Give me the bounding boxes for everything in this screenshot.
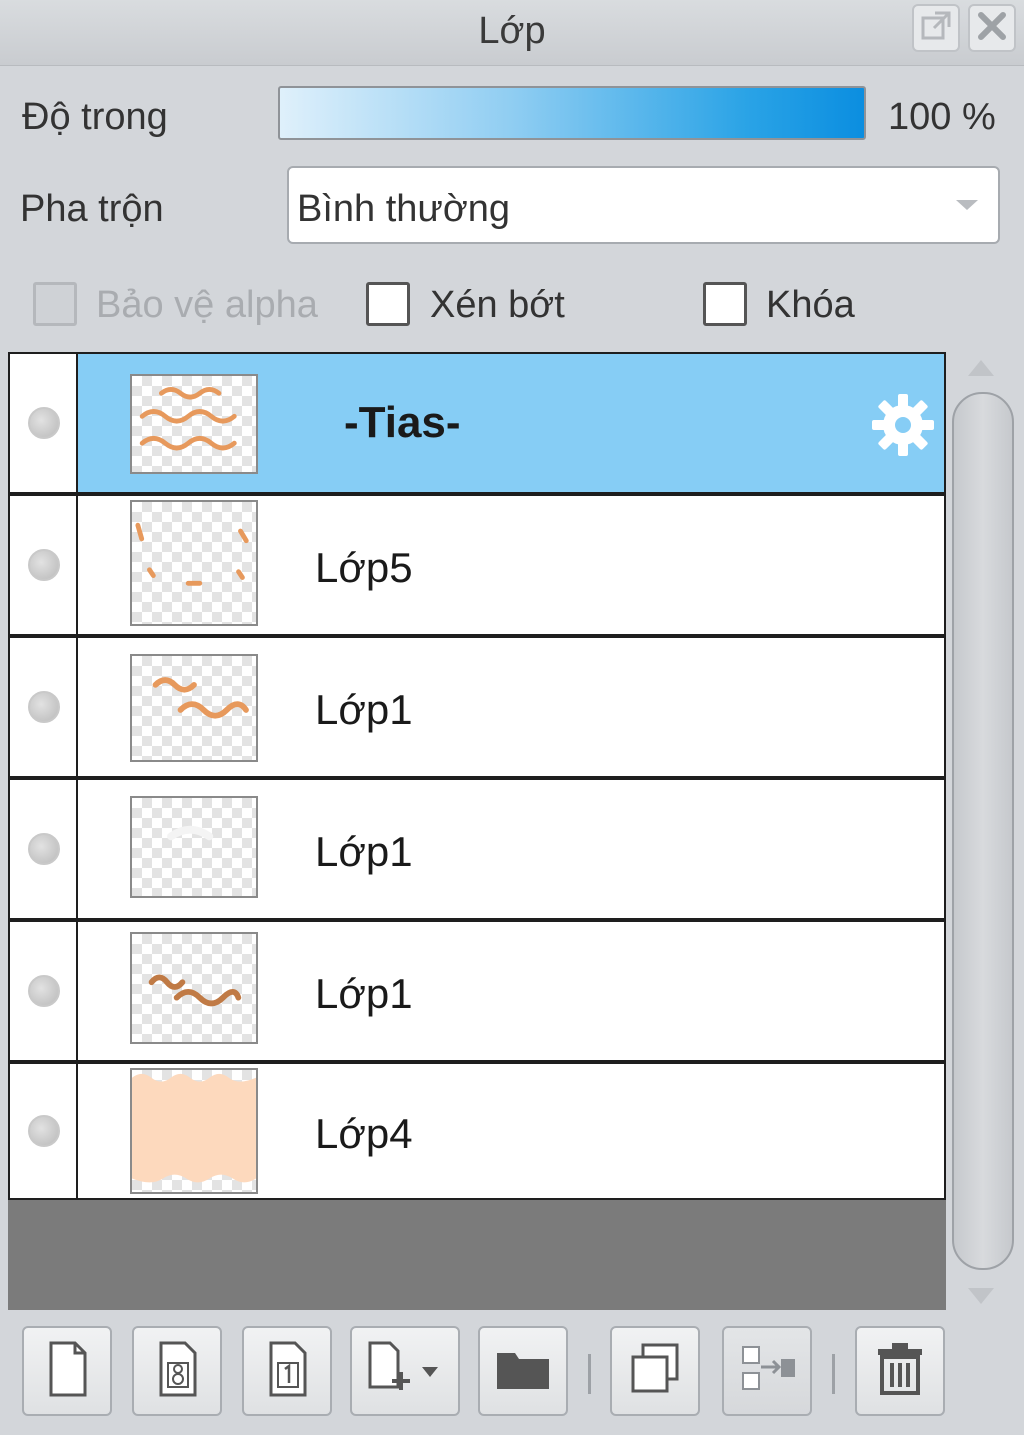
layer-thumbnail [130, 500, 258, 626]
visibility-toggle-icon[interactable] [28, 833, 60, 865]
layer-name: -Tias- [344, 398, 461, 447]
layer-thumbnail [130, 654, 258, 762]
opacity-slider[interactable] [278, 86, 866, 140]
visibility-cell[interactable] [10, 1064, 78, 1198]
layer-toolbar [0, 1312, 1024, 1435]
blend-mode-select[interactable]: Bình thường [287, 166, 1000, 244]
layer-row[interactable]: Lớp1 [8, 920, 946, 1062]
visibility-cell[interactable] [10, 496, 78, 634]
scroll-thumb[interactable] [952, 392, 1014, 1270]
new-layer-icon [35, 1337, 99, 1406]
new-folder-button[interactable] [478, 1326, 568, 1416]
layer-thumbnail [130, 796, 258, 898]
new-layer-button[interactable] [22, 1326, 112, 1416]
merge-down-button[interactable] [722, 1326, 812, 1416]
clipping-label: Xén bớt [430, 284, 565, 326]
lock-checkbox[interactable] [703, 282, 747, 326]
visibility-toggle-icon[interactable] [28, 691, 60, 723]
new-1bit-layer-icon [255, 1337, 319, 1406]
close-button[interactable] [968, 4, 1016, 52]
visibility-cell[interactable] [10, 780, 78, 918]
visibility-toggle-icon[interactable] [28, 1115, 60, 1147]
layer-name: Lớp1 [315, 828, 413, 875]
opacity-value: 100 % [888, 96, 996, 138]
gear-icon[interactable] [868, 390, 938, 460]
undock-button[interactable] [912, 4, 960, 52]
merge-down-icon [735, 1337, 799, 1406]
layer-row[interactable]: Lớp4 [8, 1062, 946, 1200]
blend-label: Pha trộn [20, 188, 164, 230]
duplicate-layer-button[interactable] [610, 1326, 700, 1416]
visibility-cell[interactable] [10, 922, 78, 1060]
layer-name: Lớp4 [315, 1110, 413, 1157]
panel-titlebar[interactable]: Lớp [0, 0, 1024, 66]
trash-icon [868, 1337, 932, 1406]
add-material-dropdown-icon [360, 1337, 450, 1406]
layer-row[interactable]: Lớp1 [8, 636, 946, 778]
layer-row[interactable]: -Tias- [8, 352, 946, 494]
chevron-down-icon [956, 200, 978, 210]
new-folder-icon [491, 1337, 555, 1406]
lock-label: Khóa [766, 284, 855, 326]
protect-alpha-label: Bảo vệ alpha [96, 284, 318, 326]
toolbar-separator [832, 1354, 835, 1394]
layer-list[interactable]: -Tias- Lớp5 Lớp1 Lớp1 Lớp1 Lớp4 [8, 352, 946, 1310]
visibility-toggle-icon[interactable] [28, 975, 60, 1007]
new-8bit-layer-button[interactable] [132, 1326, 222, 1416]
visibility-toggle-icon[interactable] [28, 407, 60, 439]
layer-row[interactable]: Lớp1 [8, 778, 946, 920]
visibility-cell[interactable] [10, 354, 78, 492]
clipping-checkbox[interactable] [366, 282, 410, 326]
visibility-toggle-icon[interactable] [28, 549, 60, 581]
blend-mode-value: Bình thường [297, 188, 511, 230]
scroll-down-icon[interactable] [968, 1288, 994, 1304]
scroll-up-icon[interactable] [968, 360, 994, 376]
add-material-dropdown-button[interactable] [350, 1326, 460, 1416]
undock-icon [919, 9, 953, 48]
layer-thumbnail [130, 1068, 258, 1194]
layer-name: Lớp5 [315, 544, 413, 591]
layer-row[interactable]: Lớp5 [8, 494, 946, 636]
opacity-label: Độ trong [22, 96, 168, 138]
layer-list-scrollbar[interactable] [948, 352, 1016, 1310]
new-1bit-layer-button[interactable] [242, 1326, 332, 1416]
delete-layer-button[interactable] [855, 1326, 945, 1416]
toolbar-separator [588, 1354, 591, 1394]
layer-name: Lớp1 [315, 970, 413, 1017]
close-icon [975, 9, 1009, 48]
panel-title: Lớp [478, 10, 546, 52]
protect-alpha-checkbox[interactable] [33, 282, 77, 326]
layer-thumbnail [130, 932, 258, 1044]
new-8bit-layer-icon [145, 1337, 209, 1406]
layer-thumbnail [130, 374, 258, 474]
layer-name: Lớp1 [315, 686, 413, 733]
visibility-cell[interactable] [10, 638, 78, 776]
duplicate-layer-icon [623, 1337, 687, 1406]
